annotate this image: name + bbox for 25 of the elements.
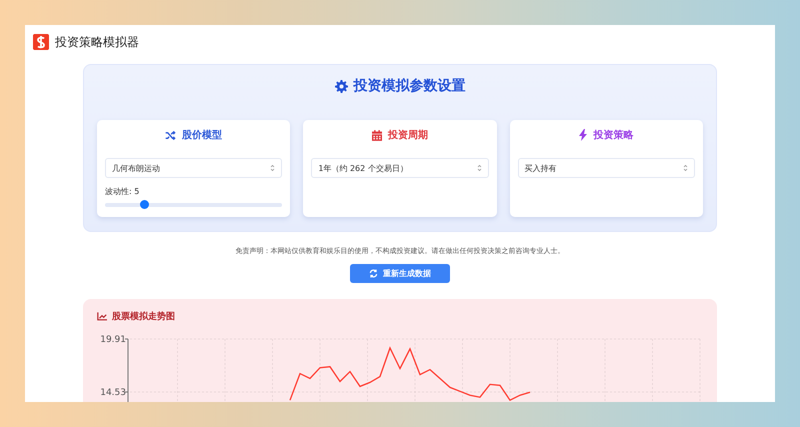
y-tick-label: 14.53 [100, 388, 126, 398]
y-axis [124, 338, 128, 402]
chart-title: 股票模拟走势图 [112, 310, 175, 322]
slider-label: 波动性: 5 [105, 186, 140, 197]
select-arrows-icon [476, 164, 482, 172]
refresh-icon [369, 269, 378, 278]
y-tick-label: 19.91 [100, 335, 126, 345]
gear-icon [334, 80, 348, 92]
slider-thumb[interactable] [140, 200, 149, 209]
select-arrows-icon [270, 164, 276, 172]
shuffle-icon [165, 130, 176, 140]
select-field[interactable]: 几何布朗运动 [105, 158, 282, 178]
regenerate-button[interactable]: 重新生成数据 [350, 264, 450, 283]
settings-title: 投资模拟参数设置 [354, 77, 466, 95]
card-title: 投资周期 [388, 128, 428, 142]
select-arrows-icon [682, 164, 688, 172]
select-field[interactable]: 买入持有 [518, 158, 695, 178]
app-title: 投资策略模拟器 [55, 34, 139, 50]
card-title: 股价模型 [182, 128, 222, 142]
line-chart-icon [97, 312, 107, 320]
card-title: 投资策略 [593, 128, 634, 142]
dollar-logo-icon [33, 34, 49, 50]
select-field[interactable]: 1年（约 262 个交易日） [311, 158, 489, 178]
calendar-icon [372, 130, 382, 140]
lightning-icon [579, 129, 588, 141]
